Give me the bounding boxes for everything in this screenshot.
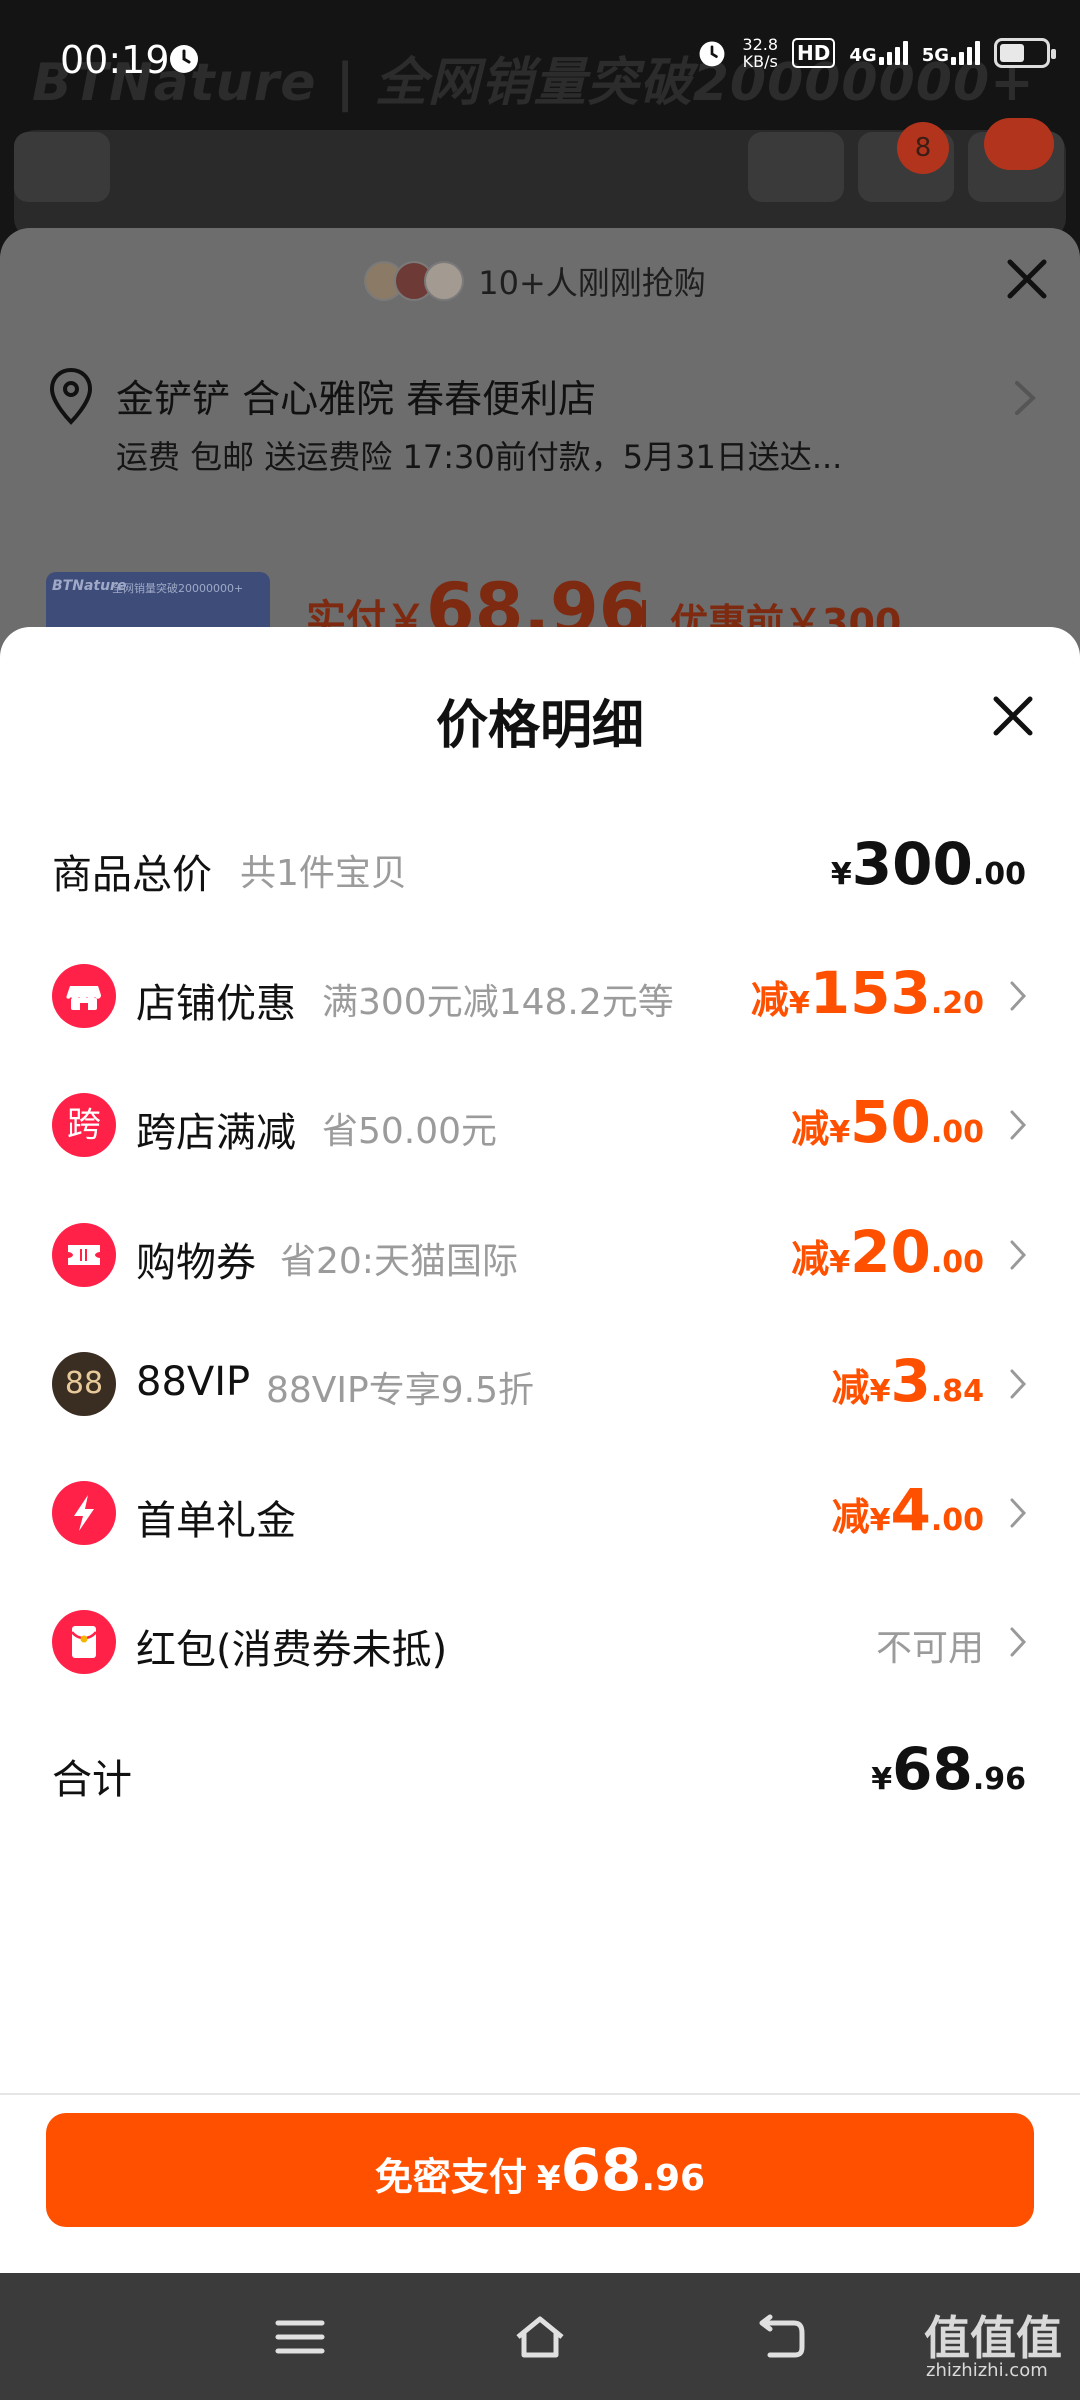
ticket-icon — [52, 1223, 116, 1287]
share-button — [748, 132, 844, 202]
row-amount: 减¥3.84 — [831, 1347, 984, 1415]
red-packet-icon — [52, 1610, 116, 1674]
shopping-coupon-row[interactable]: 购物券 省20:天猫国际 减¥20.00 — [0, 1210, 1080, 1300]
home-icon[interactable] — [512, 2313, 568, 2361]
delivery-address[interactable]: 金铲铲 合心雅院 春春便利店 — [116, 368, 596, 423]
row-desc: 满300元减148.2元等 — [322, 982, 674, 1023]
chevron-right-icon — [1010, 1369, 1027, 1399]
network-speed: 32.8 KB/s — [742, 35, 779, 71]
avatar — [424, 261, 465, 301]
shipping-info: 运费 包邮 送运费险 17:30前付款，5月31日送达... — [116, 438, 843, 476]
status-icons: 32.8 KB/s HD 4G 5G — [696, 35, 1056, 71]
vip88-icon: 88 — [52, 1352, 116, 1416]
store-discount-row[interactable]: 店铺优惠 满300元减148.2元等 减¥153.20 — [0, 951, 1080, 1041]
row-label: 购物券 — [136, 1240, 256, 1286]
notification-badge — [984, 118, 1054, 170]
chevron-right-icon[interactable] — [1012, 378, 1038, 418]
close-icon[interactable] — [990, 693, 1036, 739]
status-bar: 00:19 32.8 KB/s HD 4G 5G — [0, 0, 1080, 118]
row-amount: ¥300.00 — [830, 830, 1026, 898]
sheet-title: 价格明细 — [435, 696, 644, 756]
password-free-pay-button[interactable]: 免密支付 ¥68.96 — [46, 2113, 1034, 2227]
signal-4g: 4G — [849, 41, 908, 65]
red-packet-row[interactable]: 红包(消费券未抵) 不可用 — [0, 1597, 1080, 1687]
row-label: 红包(消费券未抵) — [136, 1627, 448, 1673]
unavailable-status: 不可用 — [875, 1628, 984, 1669]
total-label: 合计 — [52, 1757, 132, 1803]
signal-bars-icon — [878, 41, 908, 65]
clock: 00:19 — [60, 38, 170, 82]
row-amount: 减¥153.20 — [750, 959, 984, 1027]
row-desc: 88VIP专享9.5折 — [266, 1370, 535, 1411]
hd-voice-icon: HD — [792, 38, 836, 68]
row-label: 商品总价 — [52, 852, 212, 898]
divider — [0, 2093, 1080, 2095]
first-order-gift-row[interactable]: 首单礼金 减¥4.00 — [0, 1468, 1080, 1558]
store-icon — [52, 964, 116, 1028]
row-amount: 减¥50.00 — [791, 1088, 984, 1156]
goods-total-row: 商品总价 共1件宝贝 ¥300.00 — [0, 822, 1080, 912]
recent-buyers-text: 10+人刚刚抢购 — [478, 264, 706, 302]
total-amount: ¥68.96 — [871, 1735, 1026, 1803]
row-label: 店铺优惠 — [136, 981, 296, 1027]
back-icon[interactable] — [752, 2313, 808, 2361]
battery-level — [1000, 44, 1024, 62]
row-label: 跨店满减 — [136, 1110, 296, 1156]
row-desc: 共1件宝贝 — [240, 853, 407, 894]
chevron-right-icon — [1010, 1627, 1027, 1657]
close-icon[interactable] — [1004, 256, 1050, 302]
row-amount: 减¥20.00 — [791, 1218, 984, 1286]
chevron-right-icon — [1010, 1110, 1027, 1140]
alarm-icon — [699, 41, 725, 67]
watermark-domain: zhizhizhi.com — [926, 2360, 1048, 2381]
chevron-right-icon — [1010, 1240, 1027, 1270]
system-nav-bar: 值值值 zhizhizhi.com — [0, 2273, 1080, 2400]
row-desc: 省20:天猫国际 — [280, 1241, 518, 1282]
recent-buyers: 10+人刚刚抢购 — [0, 258, 1080, 304]
lightning-icon — [52, 1481, 116, 1545]
cross-store-discount-row[interactable]: 跨 跨店满减 省50.00元 减¥50.00 — [0, 1080, 1080, 1170]
menu-icon[interactable] — [272, 2313, 328, 2361]
price-detail-sheet: 价格明细 商品总价 共1件宝贝 ¥300.00 店铺优惠 满300元减148.2… — [0, 627, 1080, 2273]
signal-5g: 5G — [922, 41, 980, 65]
chevron-right-icon — [1010, 981, 1027, 1011]
signal-bars-icon — [951, 41, 980, 65]
cart-badge: 8 — [897, 122, 949, 174]
watermark-logo: 值值值 — [924, 2311, 1062, 2365]
total-row: 合计 ¥68.96 — [0, 1727, 1080, 1817]
row-label: 88VIP — [136, 1359, 251, 1405]
buyer-avatars — [364, 261, 465, 301]
row-amount: 减¥4.00 — [831, 1476, 984, 1544]
row-label: 首单礼金 — [136, 1498, 296, 1544]
battery-icon — [994, 38, 1056, 68]
vip88-discount-row[interactable]: 88 88VIP 88VIP专享9.5折 减¥3.84 — [0, 1339, 1080, 1429]
chevron-right-icon — [1010, 1498, 1027, 1528]
row-desc: 省50.00元 — [322, 1111, 498, 1152]
back-button — [14, 132, 110, 202]
alarm-icon — [170, 45, 198, 73]
kua-badge-icon: 跨 — [52, 1093, 116, 1157]
location-pin-icon — [49, 367, 93, 425]
